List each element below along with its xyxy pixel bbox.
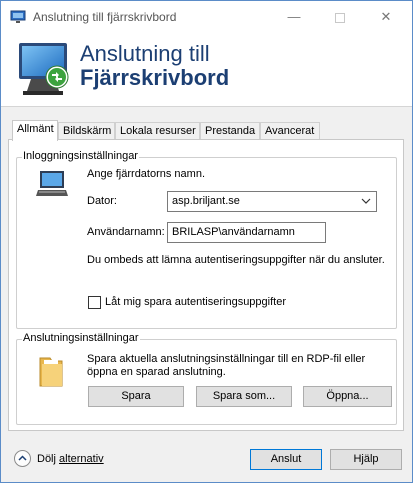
hide-options-label[interactable]: Dölj alternativ — [37, 453, 104, 465]
username-label: Användarnamn: — [87, 226, 165, 238]
hide-options-text: alternativ — [59, 453, 104, 465]
banner-title-line2: Fjärrskrivbord — [80, 65, 230, 90]
computer-combobox[interactable]: asp.briljant.se — [167, 191, 377, 212]
tab-local-resources[interactable]: Lokala resurser — [115, 122, 200, 140]
save-as-button[interactable]: Spara som... — [196, 386, 292, 407]
username-input[interactable]: BRILASP\användarnamn — [167, 222, 326, 243]
close-button[interactable]: ✕ — [363, 1, 409, 33]
login-settings-title: Inloggningsinställningar — [22, 150, 139, 162]
tab-performance[interactable]: Prestanda — [200, 122, 260, 140]
connection-description-line1: Spara aktuella anslutningsinställningar … — [87, 353, 366, 365]
tab-general[interactable]: Allmänt — [12, 120, 58, 141]
chevron-down-icon[interactable] — [361, 192, 371, 218]
maximize-button — [317, 1, 363, 33]
remote-desktop-monitor-icon — [19, 43, 69, 95]
window-title: Anslutning till fjärrskrivbord — [33, 10, 177, 24]
computer-name-instruction: Ange fjärrdatorns namn. — [87, 168, 206, 180]
tab-panel-general: Inloggningsinställningar Ange fjärrdator… — [8, 139, 404, 431]
chevron-up-icon[interactable] — [18, 454, 27, 463]
computer-label: Dator: — [87, 195, 117, 207]
hide-options-toggle[interactable] — [14, 450, 31, 467]
save-credentials-checkbox[interactable] — [88, 296, 101, 309]
remote-desktop-icon — [10, 10, 26, 23]
connection-settings-group: Anslutningsinställningar Spara aktuella … — [16, 332, 397, 425]
banner: Anslutning till Fjärrskrivbord — [1, 33, 412, 107]
hide-options-prefix: Dölj — [37, 453, 60, 465]
open-button[interactable]: Öppna... — [303, 386, 392, 407]
rdp-window: Anslutning till fjärrskrivbord — ✕ Anslu… — [0, 0, 413, 483]
folder-icon — [39, 357, 63, 387]
save-credentials-label[interactable]: Låt mig spara autentiseringsuppgifter — [105, 296, 286, 308]
computer-icon — [36, 171, 68, 196]
banner-title-line1: Anslutning till — [80, 41, 210, 66]
login-settings-group: Inloggningsinställningar Ange fjärrdator… — [16, 150, 397, 329]
connection-settings-title: Anslutningsinställningar — [22, 332, 140, 344]
computer-value: asp.briljant.se — [172, 195, 240, 207]
connect-button[interactable]: Anslut — [250, 449, 322, 470]
save-button[interactable]: Spara — [88, 386, 184, 407]
title-bar[interactable]: Anslutning till fjärrskrivbord — ✕ — [1, 1, 412, 33]
tab-advanced[interactable]: Avancerat — [260, 122, 320, 140]
connection-description-line2: öppna en sparad anslutning. — [87, 366, 226, 378]
credentials-note: Du ombeds att lämna autentiseringsuppgif… — [87, 254, 385, 266]
tab-display[interactable]: Bildskärm — [58, 122, 115, 140]
help-button[interactable]: Hjälp — [330, 449, 402, 470]
minimize-button[interactable]: — — [271, 1, 317, 33]
